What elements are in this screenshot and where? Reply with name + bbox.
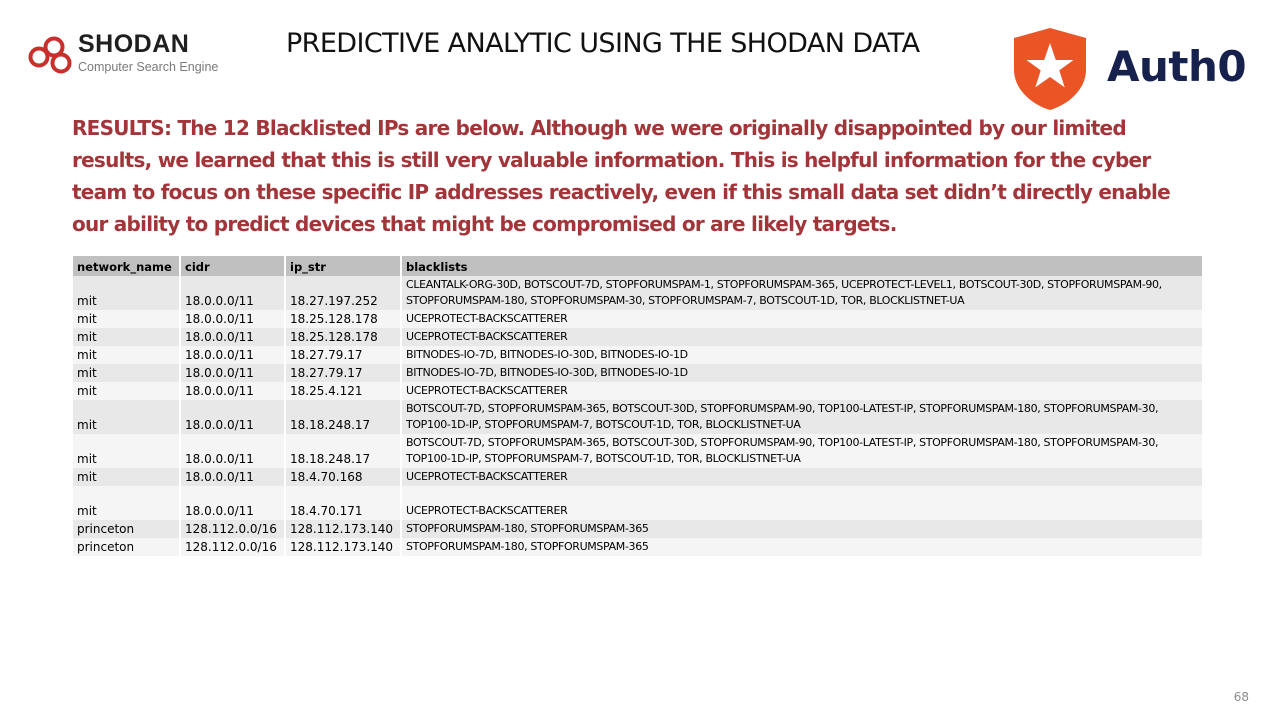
header-network-name: network_name: [73, 256, 181, 276]
cell-ip-str: 128.112.173.140: [285, 538, 402, 556]
cell-blacklists: BITNODES-IO-7D, BITNODES-IO-30D, BITNODE…: [401, 346, 1204, 364]
table-header-row: network_name cidr ip_str blacklists: [73, 256, 1204, 276]
shodan-tagline: Computer Search Engine: [78, 60, 219, 74]
header-cidr: cidr: [180, 256, 286, 276]
table-row: mit 18.0.0.0/11 18.25.4.121 UCEPROTECT-B…: [73, 382, 1204, 400]
cell-ip-str: 18.4.70.168: [285, 468, 402, 486]
cell-network-name: mit: [73, 400, 181, 434]
cell-cidr: 18.0.0.0/11: [180, 468, 286, 486]
cell-network-name: mit: [73, 346, 181, 364]
header-ip-str: ip_str: [285, 256, 402, 276]
cell-ip-str: 18.25.128.178: [285, 310, 402, 328]
table-row: princeton 128.112.0.0/16 128.112.173.140…: [73, 520, 1204, 538]
cell-ip-str: 18.4.70.171: [285, 486, 402, 520]
cell-network-name: princeton: [73, 538, 181, 556]
cell-cidr: 18.0.0.0/11: [180, 346, 286, 364]
cell-ip-str: 18.25.128.178: [285, 328, 402, 346]
cell-network-name: mit: [73, 276, 181, 310]
cell-ip-str: 18.27.197.252: [285, 276, 402, 310]
cell-ip-str: 18.18.248.17: [285, 400, 402, 434]
cell-cidr: 18.0.0.0/11: [180, 328, 286, 346]
cell-blacklists: BITNODES-IO-7D, BITNODES-IO-30D, BITNODE…: [401, 364, 1204, 382]
page-number: 68: [1233, 690, 1249, 704]
cell-ip-str: 18.27.79.17: [285, 364, 402, 382]
table-row: mit 18.0.0.0/11 18.27.197.252 CLEANTALK-…: [73, 276, 1204, 310]
table-row: mit 18.0.0.0/11 18.25.128.178 UCEPROTECT…: [73, 310, 1204, 328]
cell-network-name: mit: [73, 328, 181, 346]
cell-blacklists: STOPFORUMSPAM-180, STOPFORUMSPAM-365: [401, 520, 1204, 538]
cell-cidr: 128.112.0.0/16: [180, 520, 286, 538]
cell-cidr: 18.0.0.0/11: [180, 434, 286, 468]
cell-blacklists: CLEANTALK-ORG-30D, BOTSCOUT-7D, STOPFORU…: [401, 276, 1204, 310]
cell-network-name: mit: [73, 486, 181, 520]
table-row: mit 18.0.0.0/11 18.27.79.17 BITNODES-IO-…: [73, 364, 1204, 382]
cell-network-name: mit: [73, 468, 181, 486]
cell-blacklists: UCEPROTECT-BACKSCATTERER: [401, 310, 1204, 328]
cell-cidr: 18.0.0.0/11: [180, 486, 286, 520]
header-blacklists: blacklists: [401, 256, 1204, 276]
cell-cidr: 18.0.0.0/11: [180, 382, 286, 400]
table-row: mit 18.0.0.0/11 18.4.70.168 UCEPROTECT-B…: [73, 468, 1204, 486]
cell-network-name: mit: [73, 364, 181, 382]
cell-cidr: 18.0.0.0/11: [180, 400, 286, 434]
cell-blacklists: UCEPROTECT-BACKSCATTERER: [401, 468, 1204, 486]
cell-blacklists: STOPFORUMSPAM-180, STOPFORUMSPAM-365: [401, 538, 1204, 556]
auth0-wordmark: Auth0: [1107, 42, 1247, 91]
shodan-circles-icon: [28, 36, 72, 74]
cell-network-name: mit: [73, 310, 181, 328]
table-row: mit 18.0.0.0/11 18.25.128.178 UCEPROTECT…: [73, 328, 1204, 346]
shodan-wordmark: SHODAN: [78, 30, 190, 58]
cell-blacklists: BOTSCOUT-7D, STOPFORUMSPAM-365, BOTSCOUT…: [401, 400, 1204, 434]
cell-ip-str: 18.27.79.17: [285, 346, 402, 364]
table-row: mit 18.0.0.0/11 18.18.248.17 BOTSCOUT-7D…: [73, 434, 1204, 468]
table-row: mit 18.0.0.0/11 18.4.70.171 UCEPROTECT-B…: [73, 486, 1204, 520]
cell-blacklists: UCEPROTECT-BACKSCATTERER: [401, 328, 1204, 346]
slide-title: PREDICTIVE ANALYTIC USING THE SHODAN DAT…: [286, 28, 920, 59]
auth0-star-badge-icon: [1014, 28, 1086, 110]
cell-cidr: 18.0.0.0/11: [180, 310, 286, 328]
cell-network-name: mit: [73, 382, 181, 400]
table-row: princeton 128.112.0.0/16 128.112.173.140…: [73, 538, 1204, 556]
cell-blacklists: UCEPROTECT-BACKSCATTERER: [401, 382, 1204, 400]
cell-cidr: 18.0.0.0/11: [180, 364, 286, 382]
table-row: mit 18.0.0.0/11 18.27.79.17 BITNODES-IO-…: [73, 346, 1204, 364]
cell-cidr: 128.112.0.0/16: [180, 538, 286, 556]
cell-blacklists: BOTSCOUT-7D, STOPFORUMSPAM-365, BOTSCOUT…: [401, 434, 1204, 468]
cell-ip-str: 18.25.4.121: [285, 382, 402, 400]
auth0-logo: Auth0: [1012, 26, 1252, 112]
cell-ip-str: 128.112.173.140: [285, 520, 402, 538]
cell-network-name: mit: [73, 434, 181, 468]
cell-ip-str: 18.18.248.17: [285, 434, 402, 468]
cell-blacklists: UCEPROTECT-BACKSCATTERER: [401, 486, 1204, 520]
cell-cidr: 18.0.0.0/11: [180, 276, 286, 310]
cell-network-name: princeton: [73, 520, 181, 538]
results-text: RESULTS: The 12 Blacklisted IPs are belo…: [72, 116, 1171, 236]
shodan-logo: SHODAN Computer Search Engine: [28, 30, 238, 80]
table-row: mit 18.0.0.0/11 18.18.248.17 BOTSCOUT-7D…: [73, 400, 1204, 434]
blacklist-table: network_name cidr ip_str blacklists mit …: [73, 256, 1204, 556]
